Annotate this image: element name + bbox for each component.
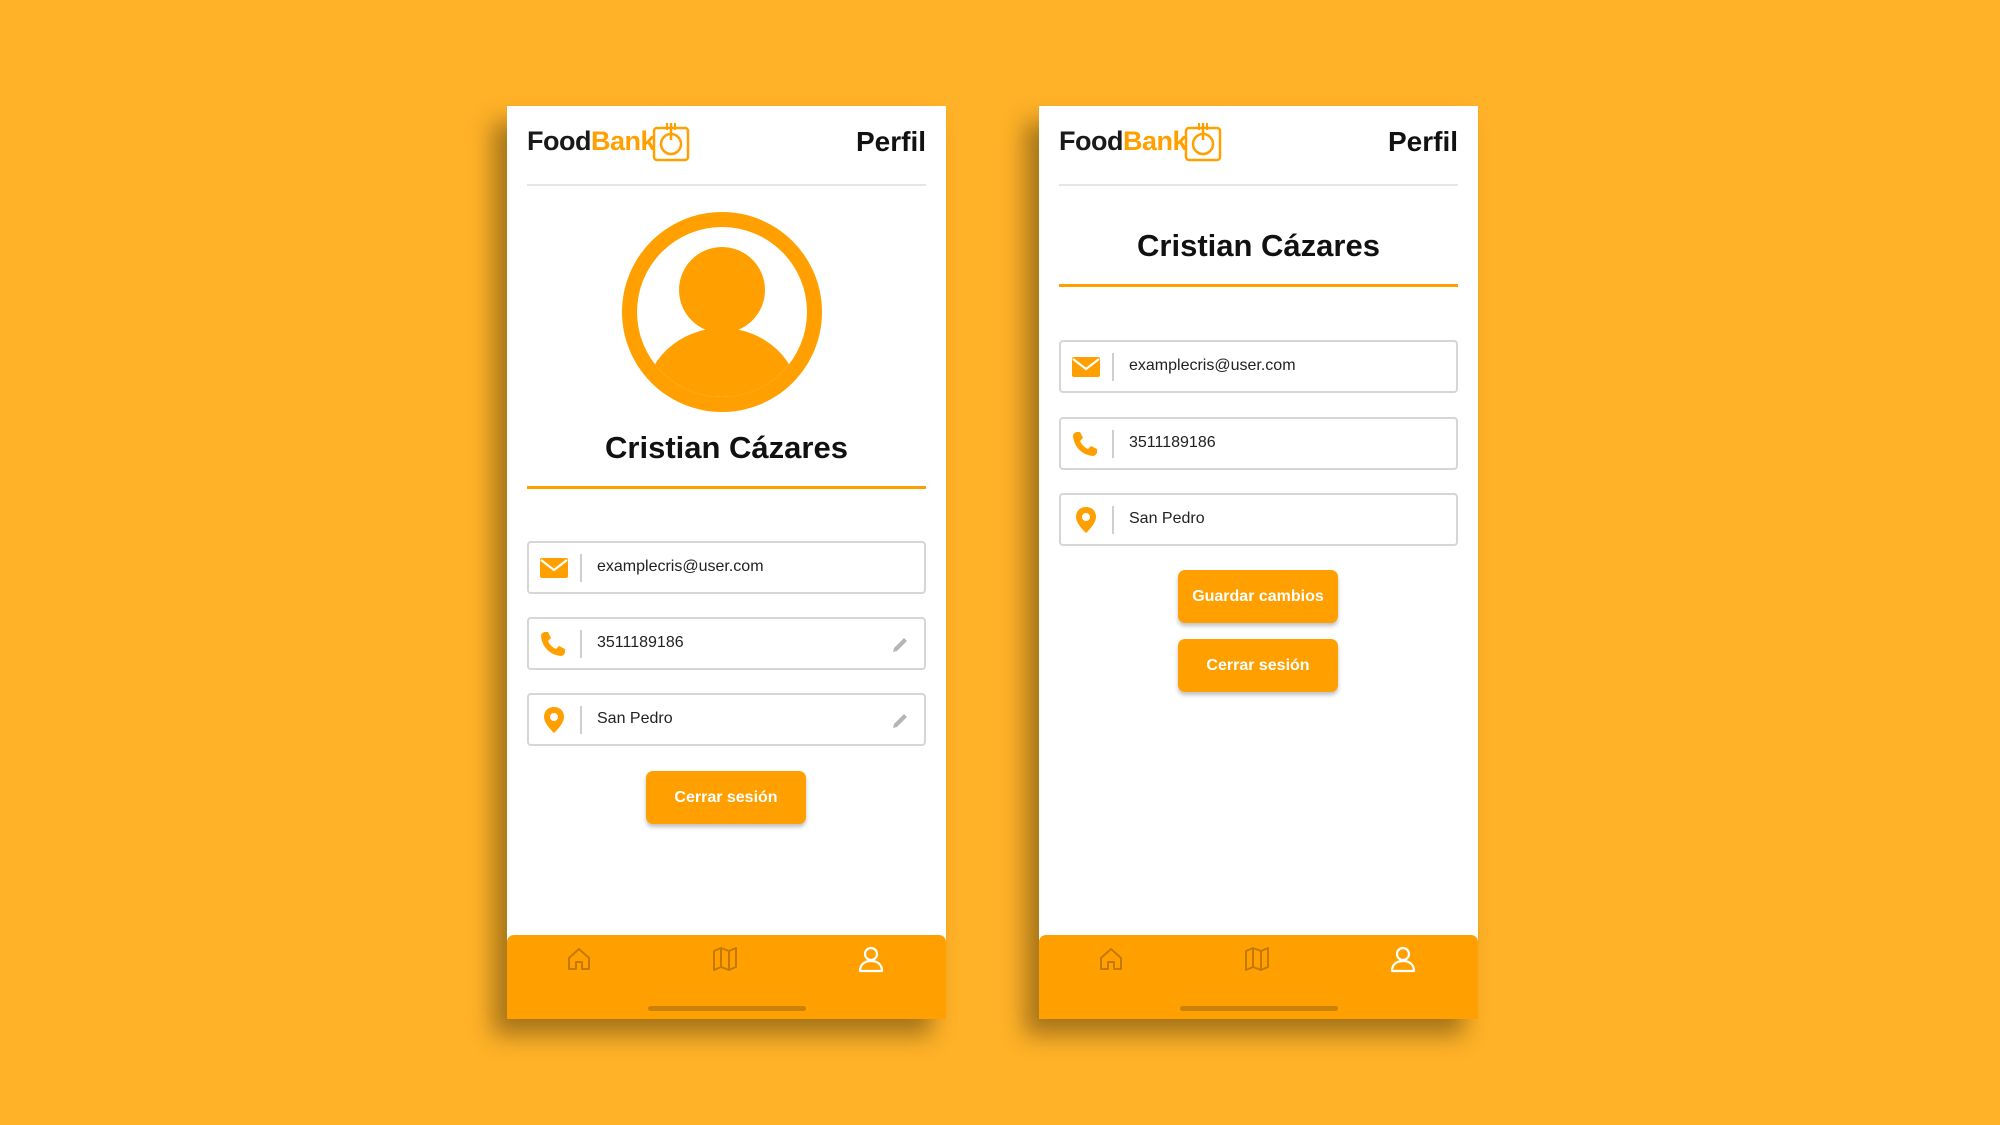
phone-field[interactable]: 3511189186 <box>1059 417 1458 470</box>
save-changes-button[interactable]: Guardar cambios <box>1178 570 1338 623</box>
mail-icon <box>1072 357 1100 377</box>
pencil-icon[interactable] <box>890 635 910 655</box>
phone-icon <box>541 632 565 656</box>
header-divider <box>527 184 926 186</box>
profile-view-screen: FoodBank Perfil Cristian Cázares example… <box>507 106 946 1019</box>
location-value: San Pedro <box>1129 510 1205 527</box>
bottom-nav <box>507 935 946 1019</box>
foodbank-logo[interactable]: FoodBank <box>1059 126 1188 157</box>
user-icon[interactable] <box>857 945 885 973</box>
map-icon[interactable] <box>711 945 739 973</box>
field-separator <box>1112 430 1114 458</box>
phone-value: 3511189186 <box>597 634 684 651</box>
phone-field[interactable]: 3511189186 <box>527 617 926 670</box>
field-separator <box>1112 353 1114 381</box>
logo-food-text: Food <box>527 126 591 156</box>
home-indicator <box>1180 1006 1338 1011</box>
logout-button[interactable]: Cerrar sesión <box>1178 639 1338 692</box>
mail-icon <box>540 558 568 578</box>
home-icon[interactable] <box>565 945 593 973</box>
location-pin-icon <box>544 707 564 733</box>
user-name: Cristian Cázares <box>1137 228 1380 263</box>
phone-icon <box>1073 432 1097 456</box>
logo-bank-text: Bank <box>590 126 656 156</box>
plate-cutlery-icon <box>1184 123 1222 162</box>
user-name: Cristian Cázares <box>605 430 848 465</box>
field-separator <box>580 554 582 582</box>
page-title: Perfil <box>1387 126 1458 157</box>
header-divider <box>1059 184 1458 186</box>
email-value: examplecris@user.com <box>1129 357 1296 374</box>
logo-food-text: Food <box>1059 126 1123 156</box>
profile-edit-screen: FoodBank Perfil Cristian Cázares example… <box>1039 106 1478 1019</box>
email-field[interactable]: examplecris@user.com <box>527 541 926 594</box>
email-value: examplecris@user.com <box>597 558 764 575</box>
email-field[interactable]: examplecris@user.com <box>1059 340 1458 393</box>
app-header: FoodBank Perfil <box>527 123 926 174</box>
plate-cutlery-icon <box>652 123 690 162</box>
location-value: San Pedro <box>597 710 673 727</box>
logo-bank-text: Bank <box>1122 126 1188 156</box>
field-separator <box>580 630 582 658</box>
home-icon[interactable] <box>1097 945 1125 973</box>
phone-value: 3511189186 <box>1129 434 1216 451</box>
field-separator <box>580 706 582 734</box>
location-field[interactable]: San Pedro <box>527 693 926 746</box>
field-separator <box>1112 506 1114 534</box>
bottom-nav <box>1039 935 1478 1019</box>
map-icon[interactable] <box>1243 945 1271 973</box>
logout-button[interactable]: Cerrar sesión <box>646 771 806 824</box>
user-icon[interactable] <box>1389 945 1417 973</box>
name-underline <box>1059 284 1458 287</box>
location-pin-icon <box>1076 507 1096 533</box>
foodbank-logo[interactable]: FoodBank <box>527 126 656 157</box>
page-title: Perfil <box>855 126 926 157</box>
location-field[interactable]: San Pedro <box>1059 493 1458 546</box>
app-header: FoodBank Perfil <box>1059 123 1458 174</box>
avatar-icon[interactable] <box>622 212 822 412</box>
home-indicator <box>648 1006 806 1011</box>
pencil-icon[interactable] <box>890 711 910 731</box>
name-underline <box>527 486 926 489</box>
